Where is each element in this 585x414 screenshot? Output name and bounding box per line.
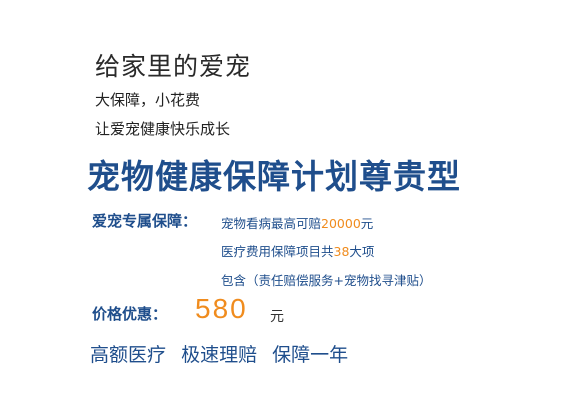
- headline: 给家里的爱宠: [95, 52, 252, 81]
- plan-title: 宠物健康保障计划尊贵型: [87, 157, 461, 196]
- feature-list: 高额医疗 极速理赔 保障一年: [90, 340, 357, 367]
- subtitle-healthy-pet: 让爱宠健康快乐成长: [95, 120, 231, 138]
- price-value: 580: [195, 293, 248, 324]
- feature-fast-claims: 极速理赔: [181, 344, 258, 366]
- benefit-max-payout-prefix: 宠物看病最高可赔: [221, 216, 322, 231]
- medical-items-count: 38: [333, 244, 350, 259]
- subtitle-coverage: 大保障，小花费: [95, 91, 201, 109]
- price-label: 价格优惠：: [92, 305, 168, 323]
- benefit-max-payout: 宠物看病最高可赔20000元: [221, 213, 373, 232]
- price-unit: 元: [270, 309, 284, 325]
- benefit-max-payout-suffix: 元: [360, 216, 374, 231]
- benefit-medical-items-suffix: 大项: [349, 244, 375, 259]
- benefits-label: 爱宠专属保障：: [92, 212, 198, 230]
- benefit-included-services: 包含（责任赔偿服务+宠物找寻津贴）: [221, 273, 432, 288]
- benefit-medical-items-prefix: 医疗费用保障项目共: [221, 244, 334, 259]
- feature-one-year: 保障一年: [272, 344, 349, 366]
- benefit-medical-items: 医疗费用保障项目共38大项: [221, 241, 374, 260]
- feature-high-medical: 高额医疗: [90, 344, 167, 366]
- max-payout-amount: 20000: [321, 216, 361, 231]
